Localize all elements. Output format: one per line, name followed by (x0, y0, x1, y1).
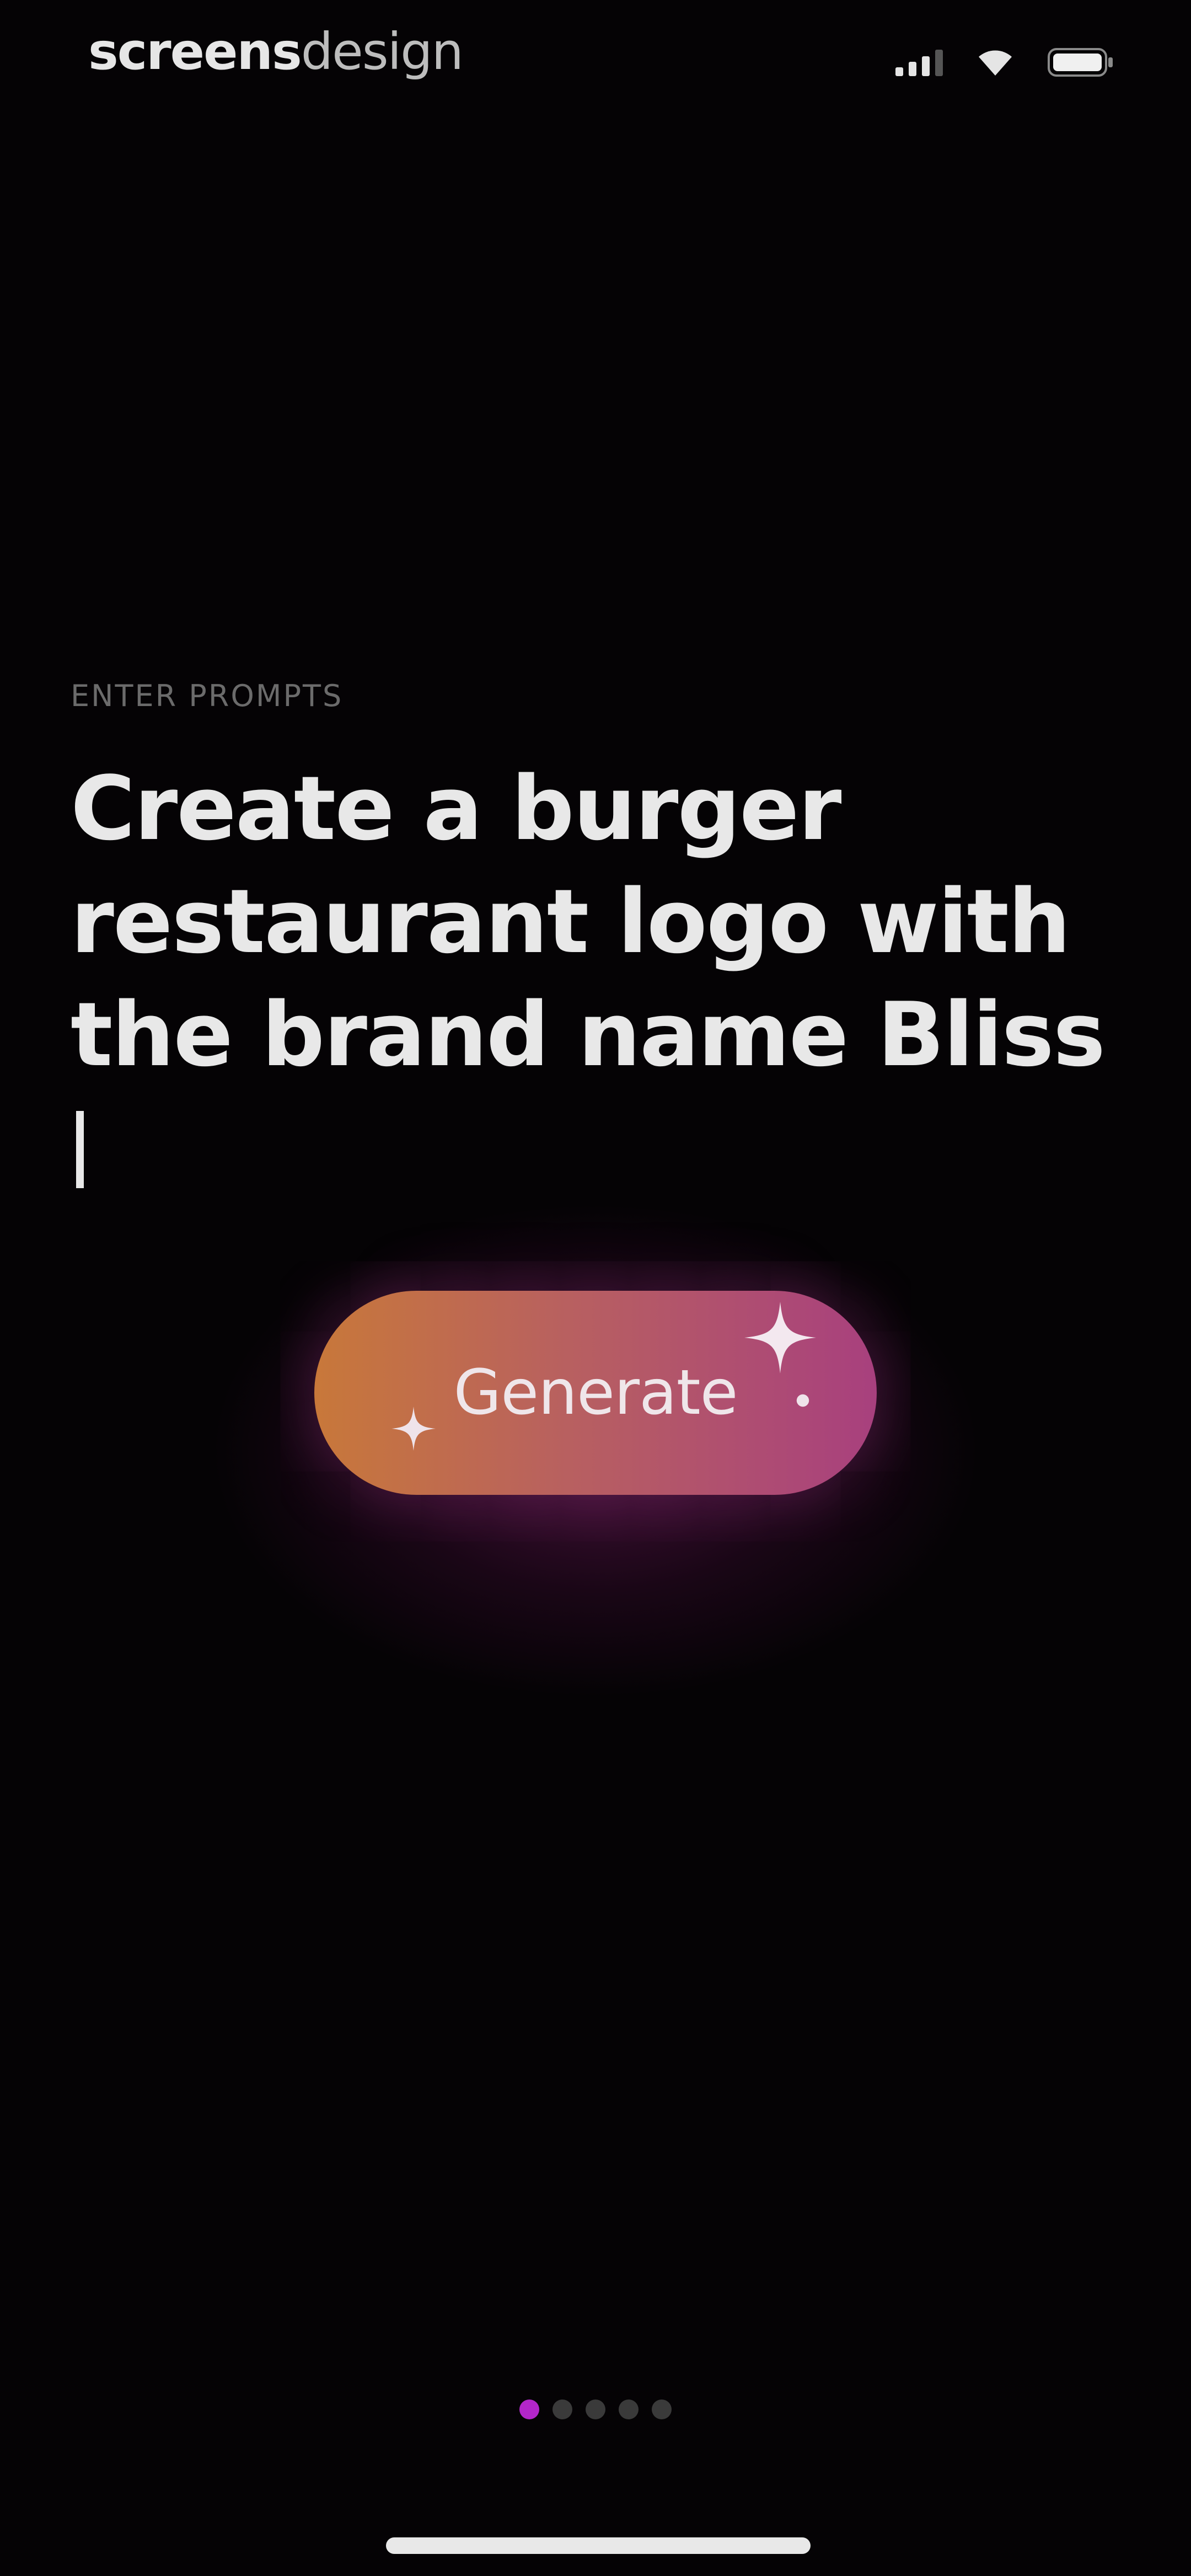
prompt-label: ENTER PROMPTS (71, 678, 344, 713)
brand-watermark: screensdesign (88, 22, 464, 81)
brand-light-text: design (301, 22, 464, 81)
page-dot-4[interactable] (619, 2399, 639, 2419)
home-indicator[interactable] (386, 2537, 811, 2554)
page-dot-5[interactable] (652, 2399, 672, 2419)
page-dot-3[interactable] (586, 2399, 605, 2419)
prompt-input[interactable]: Create a burger restaurant logo with the… (71, 752, 1107, 1204)
generate-label: Generate (453, 1357, 738, 1429)
signal-icon (895, 49, 943, 76)
prompt-text: Create a burger restaurant logo with the… (71, 757, 1106, 1086)
sparkle-small-icon (391, 1407, 436, 1451)
status-icons (895, 47, 1114, 78)
sparkle-dot-icon (796, 1394, 809, 1407)
prompt-section: ENTER PROMPTS Create a burger restaurant… (71, 678, 1118, 1204)
page-dot-2[interactable] (552, 2399, 572, 2419)
status-bar: screensdesign (0, 0, 1191, 143)
wifi-icon (976, 48, 1015, 77)
sparkle-large-icon (744, 1302, 816, 1373)
brand-bold-text: screens (88, 22, 302, 81)
onboarding-screen: screensdesign ENTER PROMPTS Create a bur… (0, 0, 1191, 2576)
page-dot-1[interactable] (519, 2399, 539, 2419)
text-caret (76, 1111, 84, 1188)
generate-button[interactable]: Generate (314, 1291, 877, 1495)
page-indicator (0, 2399, 1191, 2419)
battery-icon (1048, 47, 1114, 78)
